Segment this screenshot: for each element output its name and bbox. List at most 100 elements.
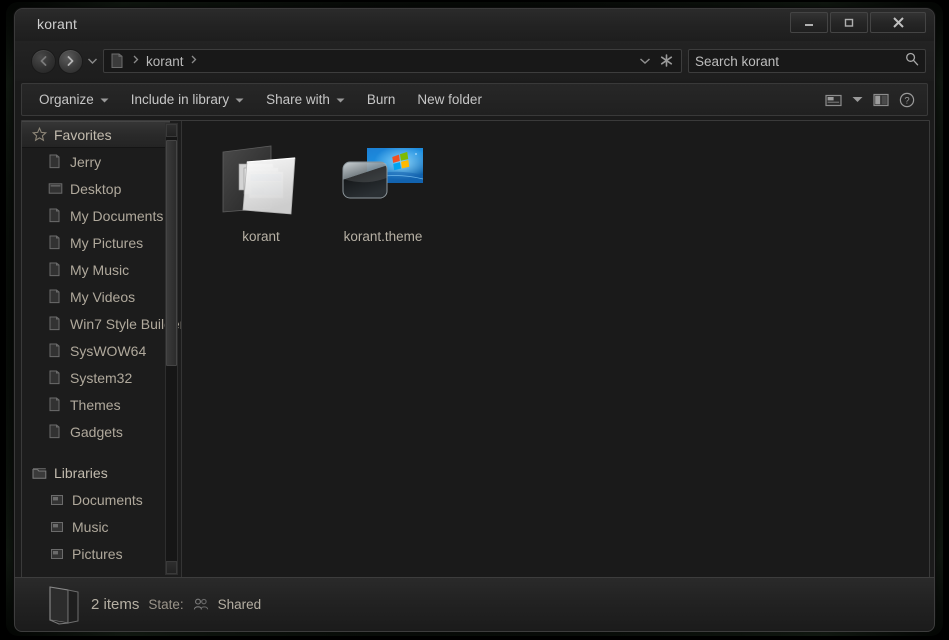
library-folder-icon [50,493,72,507]
status-state-label: State: [148,597,184,612]
scrollbar-thumb[interactable] [166,140,177,366]
maximize-button[interactable] [830,12,868,33]
window-title: korant [37,16,78,32]
navigation-list: Favorites Jerry Desktop My Documents My … [22,121,181,567]
status-item-count: 2 items [91,596,140,613]
sidebar-section-gap [22,445,170,459]
status-state-value: Shared [217,597,262,612]
close-button[interactable] [870,12,926,33]
svg-text:?: ? [904,95,909,106]
sidebar-item-syswow64-label: SysWOW64 [70,342,147,359]
library-icon [32,466,54,480]
breadcrumb-separator-0[interactable] [128,55,144,67]
sidebar-item-syswow64[interactable]: SysWOW64 [22,337,170,364]
preview-pane-icon[interactable] [873,93,889,107]
address-bar-row: korant [15,41,934,81]
file-item-korant-theme[interactable]: korant.theme [322,129,444,247]
folder-icon [48,289,70,304]
chevron-down-icon [336,96,345,105]
sidebar-item-my-documents[interactable]: My Documents [22,202,170,229]
chevron-down-icon [100,96,109,105]
new-folder-button[interactable]: New folder [406,87,493,112]
sidebar-item-my-videos[interactable]: My Videos [22,283,170,310]
sidebar-item-themes[interactable]: Themes [22,391,170,418]
status-text: 2 items State: Shared [91,596,261,613]
chevron-down-icon[interactable] [852,96,863,103]
sidebar-item-win7-style-builder[interactable]: Win7 Style Builder [22,310,181,337]
sidebar-item-system32[interactable]: System32 [22,364,170,391]
library-folder-icon [50,547,72,561]
forward-button[interactable] [58,48,83,74]
sidebar-item-pictures-label: Pictures [72,545,123,562]
sidebar-item-gadgets[interactable]: Gadgets [22,418,170,445]
sidebar-item-my-documents-label: My Documents [70,207,164,224]
navigation-pane: Favorites Jerry Desktop My Documents My … [22,121,182,578]
search-icon [905,52,919,71]
sidebar-item-my-music-label: My Music [70,261,130,278]
folder-icon [48,262,70,277]
address-bar[interactable]: korant [103,49,682,73]
file-label-korant-theme: korant.theme [343,229,423,244]
sidebar-item-my-music[interactable]: My Music [22,256,170,283]
sidebar-item-jerry[interactable]: Jerry [22,148,170,175]
burn-button[interactable]: Burn [356,87,407,112]
file-item-korant[interactable]: korant [200,129,322,247]
open-folder-icon [39,583,91,627]
sidebar-item-gadgets-label: Gadgets [70,423,123,440]
sidebar-item-my-pictures[interactable]: My Pictures [22,229,170,256]
sidebar-header-favorites[interactable]: Favorites [22,121,170,148]
change-view-icon[interactable] [825,93,842,107]
folder-icon [48,235,70,250]
desktop-icon [48,182,70,195]
folder-icon [48,343,70,358]
organize-button[interactable]: Organize [28,87,120,112]
sidebar-item-documents-label: Documents [72,491,143,508]
sidebar-item-documents[interactable]: Documents [22,486,170,513]
command-bar-icons: ? [825,92,921,108]
breadcrumb-separator-1[interactable] [186,55,202,67]
sidebar-item-music-label: Music [72,518,109,535]
library-folder-icon [50,520,72,534]
sidebar-item-my-pictures-label: My Pictures [70,234,144,251]
folder-icon [48,154,70,169]
sidebar-item-pictures[interactable]: Pictures [22,540,170,567]
sidebar-item-jerry-label: Jerry [70,153,102,170]
burn-label: Burn [366,92,396,107]
scroll-up-arrow[interactable] [166,124,177,137]
star-icon [32,127,54,142]
sidebar-item-system32-label: System32 [70,369,133,386]
folder-icon [48,370,70,385]
folder-icon [48,424,70,439]
help-icon[interactable]: ? [899,92,915,108]
include-in-library-button[interactable]: Include in library [120,87,255,112]
chevron-down-icon[interactable] [640,56,650,66]
file-list-pane[interactable]: korant korant.theme [182,121,929,578]
sidebar-header-libraries[interactable]: Libraries [22,459,170,486]
recent-pages-dropdown[interactable] [88,56,97,66]
sidebar-item-music[interactable]: Music [22,513,170,540]
window-controls [790,12,926,33]
status-bar: 2 items State: Shared [14,577,935,632]
navigation-scrollbar[interactable] [165,123,178,575]
file-grid: korant korant.theme [200,129,929,247]
search-box[interactable] [688,49,926,73]
scroll-down-arrow[interactable] [166,561,177,574]
file-label-korant: korant [242,229,280,244]
sidebar-item-desktop[interactable]: Desktop [22,175,170,202]
share-with-button[interactable]: Share with [255,87,356,112]
refresh-icon[interactable] [660,53,673,69]
back-button[interactable] [31,48,56,74]
folder-icon [48,316,70,331]
folder-thumbnail-icon [215,133,307,223]
explorer-window: korant korant Search korant Organize Inc… [14,8,935,626]
title-bar: korant [15,9,934,41]
desktop-background: korant korant Search korant Organize Inc… [0,0,949,640]
folder-icon [48,397,70,412]
folder-icon [110,53,124,69]
sidebar-header-favorites-label: Favorites [54,126,112,143]
search-input[interactable] [695,53,905,69]
sidebar-header-libraries-label: Libraries [54,464,108,481]
minimize-button[interactable] [790,12,828,33]
sidebar-item-my-videos-label: My Videos [70,288,136,305]
breadcrumb-korant[interactable]: korant [144,54,186,69]
